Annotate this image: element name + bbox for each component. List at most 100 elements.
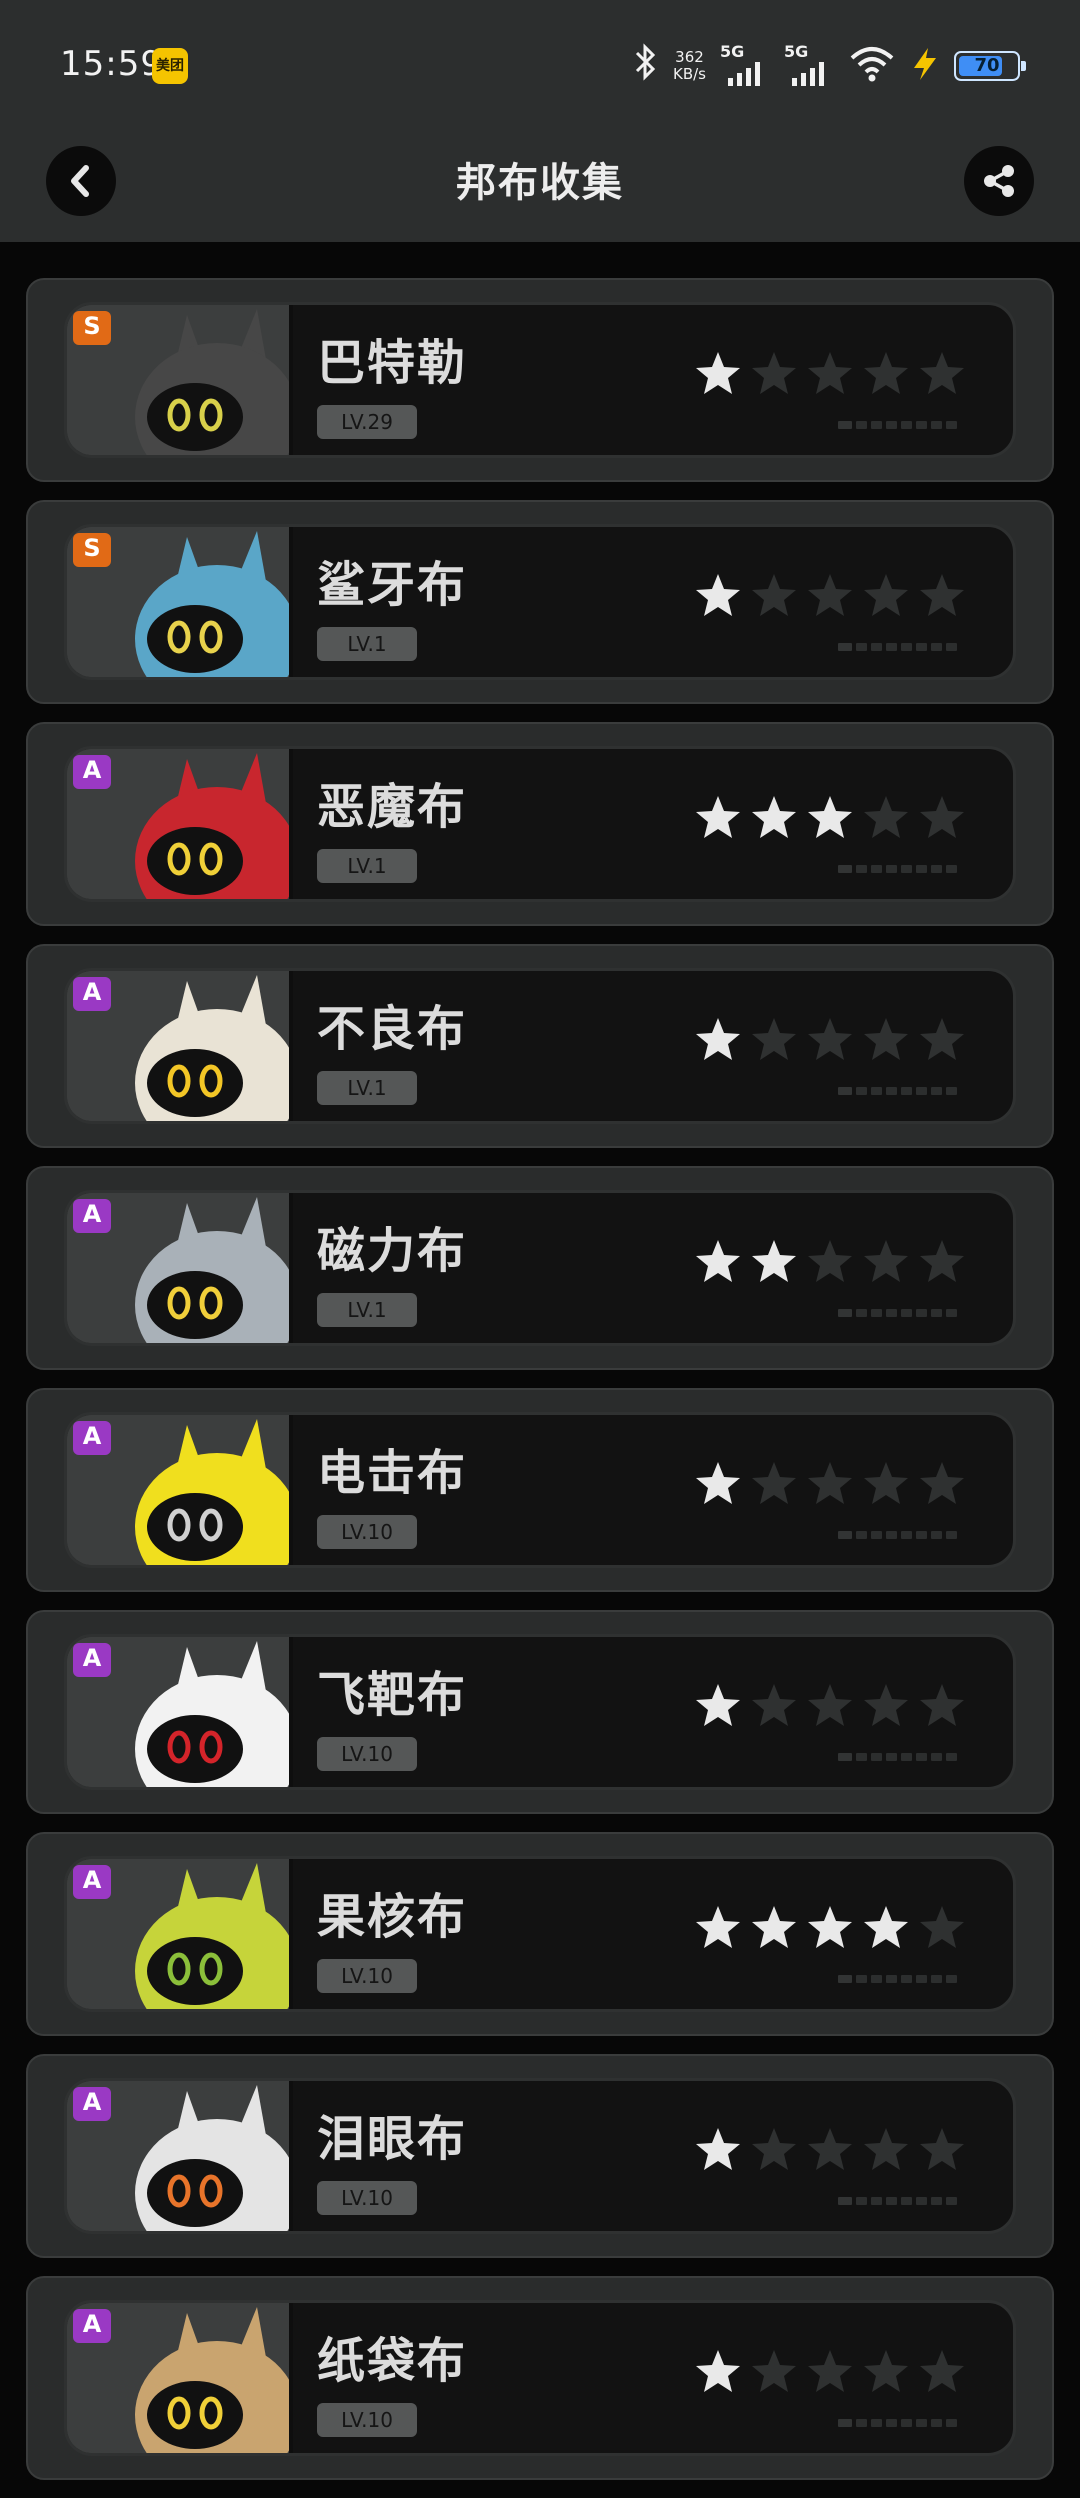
star-empty-icon xyxy=(808,1240,852,1282)
star-empty-icon xyxy=(808,2128,852,2170)
star-rating xyxy=(693,571,967,621)
bangboo-name: 果核布 xyxy=(317,1889,468,1945)
meituan-app-badge: 美团 xyxy=(152,48,188,84)
bangboo-card-5[interactable]: A 磁力布 LV.1 xyxy=(26,1166,1054,1370)
star-empty-icon xyxy=(920,1018,964,1060)
bangboo-card-9[interactable]: A 泪眼布 LV.10 xyxy=(26,2054,1054,2258)
battery-percent: 70 xyxy=(974,55,1000,76)
star-empty-icon xyxy=(752,1462,796,1504)
bangboo-card-4[interactable]: A 不良布 LV.1 xyxy=(26,944,1054,1148)
rank-badge: A xyxy=(73,755,111,789)
progress-placeholder xyxy=(838,2197,957,2205)
star-empty-icon xyxy=(920,2128,964,2170)
bangboo-card-1[interactable]: S 巴特勒 LV.29 xyxy=(26,278,1054,482)
star-rating xyxy=(693,1681,967,1731)
level-badge: LV.10 xyxy=(317,1959,417,1993)
signal-5g-icon-2: 5G xyxy=(784,42,834,90)
level-badge: LV.1 xyxy=(317,1293,417,1327)
rank-badge: A xyxy=(73,1199,111,1233)
signal-5g-icon-1: 5G xyxy=(720,42,770,90)
rank-badge: A xyxy=(73,1643,111,1677)
rank-badge: S xyxy=(73,533,111,567)
star-empty-icon xyxy=(920,2350,964,2392)
star-filled-icon xyxy=(808,796,852,838)
status-icons: 362 KB/s 5G 5G 70 xyxy=(633,38,1026,94)
rank-badge: S xyxy=(73,311,111,345)
bangboo-name: 恶魔布 xyxy=(317,779,468,835)
star-filled-icon xyxy=(864,1906,908,1948)
bangboo-card-inner: A 纸袋布 LV.10 xyxy=(64,2300,1016,2456)
star-empty-icon xyxy=(808,1462,852,1504)
star-rating xyxy=(693,793,967,843)
status-bar: 15:59 美团 362 KB/s 5G 5G 70 xyxy=(0,0,1080,126)
star-filled-icon xyxy=(752,796,796,838)
star-empty-icon xyxy=(864,352,908,394)
bangboo-portrait: A xyxy=(67,2303,293,2453)
star-filled-icon xyxy=(696,352,740,394)
bangboo-card-3[interactable]: A 恶魔布 LV.1 xyxy=(26,722,1054,926)
bangboo-name: 磁力布 xyxy=(317,1223,468,1279)
star-filled-icon xyxy=(696,2128,740,2170)
bangboo-name: 鲨牙布 xyxy=(317,557,468,613)
star-empty-icon xyxy=(864,574,908,616)
signal-5g-label-1: 5G xyxy=(720,42,745,61)
bangboo-portrait: A xyxy=(67,1859,293,2009)
bangboo-portrait: A xyxy=(67,2081,293,2231)
power-saving-bolt-icon xyxy=(910,46,940,86)
level-badge: LV.10 xyxy=(317,1515,417,1549)
star-empty-icon xyxy=(920,352,964,394)
star-empty-icon xyxy=(864,2350,908,2392)
bangboo-card-10[interactable]: A 纸袋布 LV.10 xyxy=(26,2276,1054,2480)
status-time: 15:59 xyxy=(60,44,163,84)
star-filled-icon xyxy=(696,2350,740,2392)
star-empty-icon xyxy=(920,574,964,616)
wifi-icon xyxy=(848,44,896,88)
bangboo-card-inner: A 电击布 LV.10 xyxy=(64,1412,1016,1568)
share-button[interactable] xyxy=(964,146,1034,216)
bangboo-portrait: A xyxy=(67,1193,293,1343)
progress-placeholder xyxy=(838,2419,957,2427)
progress-placeholder xyxy=(838,1531,957,1539)
star-empty-icon xyxy=(752,2128,796,2170)
bangboo-card-8[interactable]: A 果核布 LV.10 xyxy=(26,1832,1054,2036)
progress-placeholder xyxy=(838,1087,957,1095)
rank-badge: A xyxy=(73,1421,111,1455)
bangboo-name: 巴特勒 xyxy=(317,335,468,391)
star-empty-icon xyxy=(808,574,852,616)
bangboo-card-inner: S 巴特勒 LV.29 xyxy=(64,302,1016,458)
star-empty-icon xyxy=(752,352,796,394)
bangboo-portrait: A xyxy=(67,749,293,899)
bangboo-portrait: A xyxy=(67,1637,293,1787)
page-title: 邦布收集 xyxy=(456,160,624,206)
star-filled-icon xyxy=(696,1462,740,1504)
star-rating xyxy=(693,1903,967,1953)
star-filled-icon xyxy=(696,1018,740,1060)
star-empty-icon xyxy=(920,1240,964,1282)
star-rating xyxy=(693,1459,967,1509)
bangboo-card-6[interactable]: A 电击布 LV.10 xyxy=(26,1388,1054,1592)
bangboo-portrait: S xyxy=(67,527,293,677)
bangboo-card-2[interactable]: S 鲨牙布 LV.1 xyxy=(26,500,1054,704)
star-filled-icon xyxy=(696,1906,740,1948)
battery-icon: 70 xyxy=(954,51,1026,81)
star-empty-icon xyxy=(808,1018,852,1060)
bangboo-list[interactable]: S 巴特勒 LV.29 S 鲨牙布 LV.1 A 恶魔布 LV.1 A 不良布 … xyxy=(26,278,1054,2498)
progress-placeholder xyxy=(838,643,957,651)
bluetooth-icon xyxy=(633,42,659,90)
bangboo-card-inner: A 恶魔布 LV.1 xyxy=(64,746,1016,902)
bangboo-card-inner: A 果核布 LV.10 xyxy=(64,1856,1016,2012)
rank-badge: A xyxy=(73,2087,111,2121)
star-empty-icon xyxy=(864,1684,908,1726)
bangboo-name: 不良布 xyxy=(317,1001,468,1057)
network-speed: 362 KB/s xyxy=(673,49,706,83)
star-filled-icon xyxy=(696,1684,740,1726)
star-filled-icon xyxy=(696,574,740,616)
bangboo-card-7[interactable]: A 飞靶布 LV.10 xyxy=(26,1610,1054,1814)
share-icon xyxy=(984,165,1014,197)
bangboo-portrait: A xyxy=(67,1415,293,1565)
level-badge: LV.10 xyxy=(317,2181,417,2215)
star-rating xyxy=(693,1237,967,1287)
star-rating xyxy=(693,2125,967,2175)
star-filled-icon xyxy=(696,1240,740,1282)
progress-placeholder xyxy=(838,1753,957,1761)
